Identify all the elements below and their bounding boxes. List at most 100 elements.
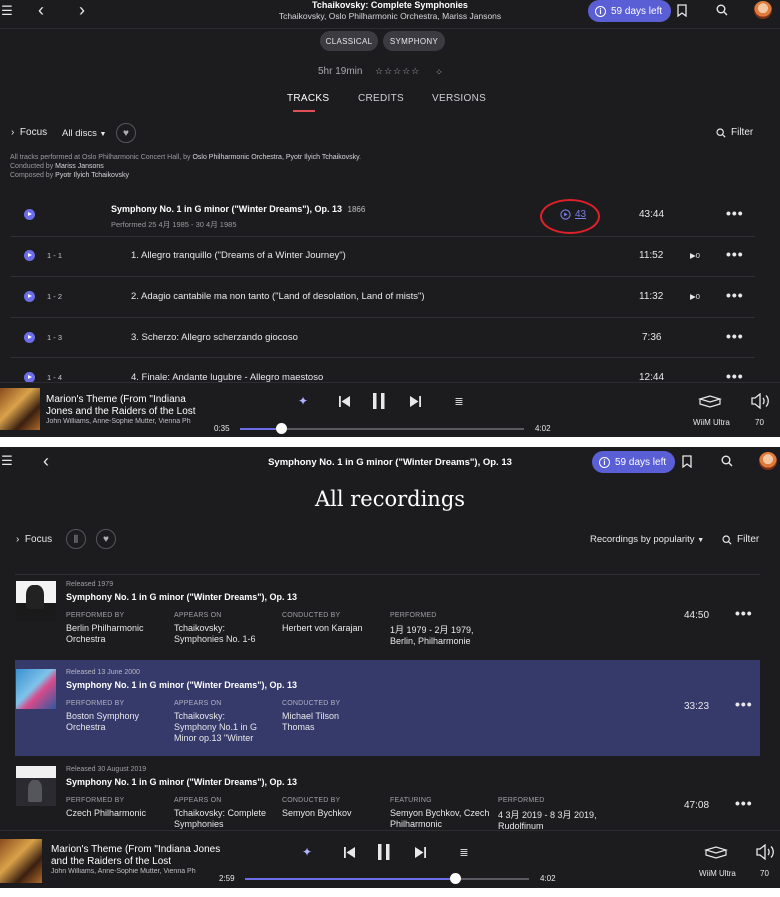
volume-icon[interactable]	[754, 842, 776, 862]
track-row[interactable]: 1 - 3 3. Scherzo: Allegro scherzando gio…	[0, 318, 780, 357]
track-row[interactable]: 1 - 4 4. Finale: Andante lugubre - Alleg…	[0, 358, 780, 383]
recording-more-icon[interactable]: •••	[735, 795, 753, 811]
track-row[interactable]: 1 - 2 2. Adagio cantabile ma non tanto (…	[0, 277, 780, 317]
search-icon	[722, 534, 732, 545]
performer[interactable]: Berlin Philharmonic Orchestra	[66, 623, 161, 645]
previous-icon[interactable]	[337, 393, 351, 409]
genre-chip-symphony[interactable]: SYMPHONY	[383, 31, 445, 51]
volume-icon[interactable]	[749, 391, 771, 411]
heart-icon[interactable]: ♥	[116, 123, 136, 143]
album-link[interactable]: Tchaikovsky: Symphonies No. 1-6	[174, 623, 269, 645]
progress-fill	[245, 878, 456, 880]
all-discs-dropdown[interactable]: All discs ▼	[62, 128, 106, 139]
bookmark-icon[interactable]	[680, 453, 694, 469]
genre-chip-classical[interactable]: CLASSICAL	[320, 31, 378, 51]
conductor[interactable]: Michael Tilson Thomas	[282, 711, 372, 733]
performer[interactable]: Czech Philharmonic	[66, 808, 161, 819]
filter-button[interactable]: Filter	[722, 534, 759, 545]
now-playing-title[interactable]: Marion's Theme (From "Indiana Jones and …	[51, 844, 221, 868]
rating-stars[interactable]: ☆☆☆☆☆	[375, 66, 420, 77]
album-cover[interactable]	[16, 581, 56, 621]
conductor-link[interactable]: Mariss Jansons	[55, 163, 104, 170]
track-more-icon[interactable]: •••	[726, 287, 744, 303]
back-icon[interactable]: ‹	[33, 0, 49, 20]
conductor[interactable]: Herbert von Karajan	[282, 623, 382, 634]
featuring[interactable]: Semyon Bychkov, Czech Philharmonic	[390, 808, 490, 830]
progress-bar[interactable]	[240, 423, 524, 434]
track-more-icon[interactable]: •••	[726, 328, 744, 344]
work-title[interactable]: Symphony No. 1 in G minor ("Winter Dream…	[111, 204, 365, 214]
play-track-button[interactable]	[24, 250, 35, 261]
focus-button[interactable]: › Focus	[16, 534, 52, 545]
work-more-icon[interactable]: •••	[726, 205, 744, 221]
track-more-icon[interactable]: •••	[726, 368, 744, 383]
filter-button[interactable]: Filter	[716, 127, 753, 138]
sort-dropdown[interactable]: Recordings by popularity ▼	[590, 534, 704, 545]
tab-versions[interactable]: VERSIONS	[432, 93, 486, 104]
next-icon[interactable]	[413, 844, 427, 860]
track-row[interactable]: 1 - 1 1. Allegro tranquillo ("Dreams of …	[0, 237, 780, 276]
progress-fill	[240, 428, 282, 430]
previous-icon[interactable]	[342, 844, 356, 860]
track-more-icon[interactable]: •••	[726, 246, 744, 262]
recording-more-icon[interactable]: •••	[735, 696, 753, 712]
search-icon[interactable]	[714, 2, 730, 18]
now-playing-title[interactable]: Marion's Theme (From "Indiana Jones and …	[46, 394, 211, 418]
back-icon[interactable]: ‹	[38, 451, 54, 471]
album-cover[interactable]	[16, 766, 56, 806]
progress-knob[interactable]	[276, 423, 288, 434]
col-label: CONDUCTED BY	[282, 797, 341, 804]
track-number: 1 - 2	[47, 292, 63, 301]
album-link[interactable]: Tchaikovsky: Complete Symphonies	[174, 808, 269, 830]
avatar[interactable]	[754, 1, 772, 19]
sparkle-icon[interactable]: ✦	[300, 845, 314, 859]
pause-icon[interactable]	[371, 391, 387, 411]
sparkle-icon[interactable]: ✦	[296, 394, 310, 408]
avatar[interactable]	[759, 452, 777, 470]
recording-title[interactable]: Symphony No. 1 in G minor ("Winter Dream…	[66, 680, 297, 690]
recording-row[interactable]: Released 30 August 2019 Symphony No. 1 i…	[15, 759, 760, 833]
now-playing-artist[interactable]: John Williams, Anne-Sophie Mutter, Vienn…	[46, 418, 201, 425]
pause-icon[interactable]	[376, 842, 392, 862]
recording-row-highlighted[interactable]: Released 13 June 2000 Symphony No. 1 in …	[15, 660, 760, 756]
menu-icon[interactable]: ☰	[0, 3, 14, 18]
queue-icon[interactable]: ≣	[457, 845, 471, 859]
album-screen: ☰ ‹ › Tchaikovsky: Complete Symphonies T…	[0, 0, 780, 437]
now-playing-cover[interactable]	[0, 839, 42, 883]
focus-button[interactable]: › Focus	[11, 127, 47, 138]
library-icon[interactable]: ⫼	[66, 529, 86, 549]
queue-icon[interactable]: ≣	[452, 394, 466, 408]
more-options-icon[interactable]: ⁘	[432, 66, 446, 78]
play-track-button[interactable]	[24, 332, 35, 343]
trial-badge[interactable]: i 59 days left	[592, 451, 676, 473]
tab-tracks[interactable]: TRACKS	[287, 93, 329, 104]
performer[interactable]: Boston Symphony Orchestra	[66, 711, 161, 733]
recording-row[interactable]: Released 1979 Symphony No. 1 in G minor …	[15, 574, 760, 660]
device-icon[interactable]	[703, 844, 729, 862]
search-icon[interactable]	[719, 453, 735, 469]
progress-knob[interactable]	[450, 873, 462, 884]
recording-more-icon[interactable]: •••	[735, 605, 753, 621]
composer-link[interactable]: Pyotr Ilyich Tchaikovsky	[55, 172, 129, 179]
progress-bar[interactable]	[245, 873, 529, 884]
device-icon[interactable]	[697, 393, 723, 411]
forward-icon[interactable]: ›	[74, 0, 90, 20]
heart-icon[interactable]: ♥	[96, 529, 116, 549]
recording-title[interactable]: Symphony No. 1 in G minor ("Winter Dream…	[66, 777, 297, 787]
recording-title[interactable]: Symphony No. 1 in G minor ("Winter Dream…	[66, 592, 297, 602]
device-name[interactable]: WiiM Ultra	[693, 418, 730, 427]
device-name[interactable]: WiiM Ultra	[699, 869, 736, 878]
now-playing-artist[interactable]: John Williams, Anne-Sophie Mutter, Vienn…	[51, 868, 201, 875]
menu-icon[interactable]: ☰	[0, 453, 14, 468]
album-cover[interactable]	[16, 669, 56, 709]
album-link[interactable]: Tchaikovsky: Symphony No.1 in G Minor op…	[174, 711, 269, 744]
tab-credits[interactable]: CREDITS	[358, 93, 404, 104]
next-icon[interactable]	[408, 393, 422, 409]
bookmark-icon[interactable]	[675, 2, 689, 18]
play-work-button[interactable]	[24, 209, 35, 220]
play-track-button[interactable]	[24, 291, 35, 302]
performer-link[interactable]: Oslo Philharmonic Orchestra, Pyotr Ilyic…	[192, 154, 359, 161]
now-playing-cover[interactable]	[0, 388, 40, 430]
trial-badge[interactable]: i 59 days left	[588, 0, 672, 22]
conductor[interactable]: Semyon Bychkov	[282, 808, 382, 819]
